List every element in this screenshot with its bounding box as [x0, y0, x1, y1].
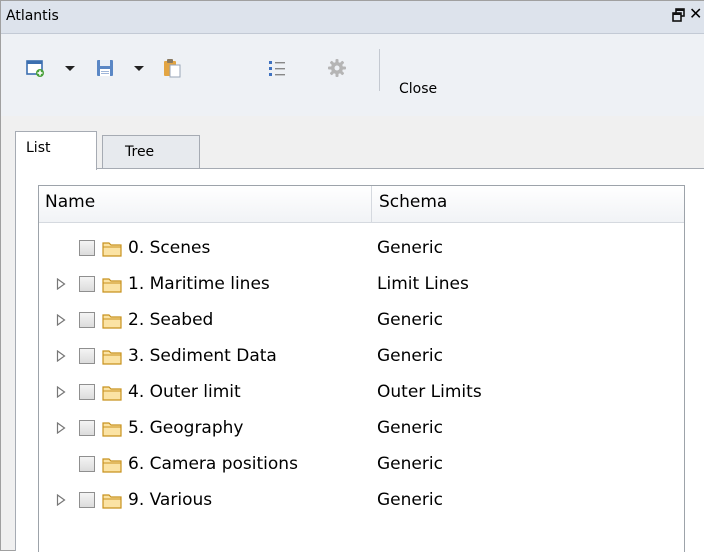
layer-schema: Generic: [377, 418, 443, 438]
gear-icon[interactable]: [327, 58, 347, 80]
layer-name: 3. Sediment Data: [128, 346, 277, 366]
layer-checkbox[interactable]: [79, 384, 95, 400]
layer-checkbox[interactable]: [79, 420, 95, 436]
title-bar: Atlantis ✕: [1, 1, 704, 34]
table-row[interactable]: 5. Geography Generic: [39, 411, 684, 446]
layer-checkbox[interactable]: [79, 276, 95, 292]
layer-schema: Limit Lines: [377, 274, 469, 294]
folder-icon: [102, 456, 122, 473]
list-icon[interactable]: [267, 58, 287, 80]
restore-window-icon[interactable]: [672, 7, 686, 23]
layer-checkbox[interactable]: [79, 492, 95, 508]
folder-icon: [102, 420, 122, 437]
table-row[interactable]: 2. Seabed Generic: [39, 303, 684, 338]
table-row[interactable]: 6. Camera positions Generic: [39, 447, 684, 482]
layer-checkbox[interactable]: [79, 348, 95, 364]
expand-arrow-icon[interactable]: [56, 349, 66, 363]
save-icon[interactable]: [95, 58, 115, 80]
layer-name: 1. Maritime lines: [128, 274, 270, 294]
layer-name: 6. Camera positions: [128, 454, 298, 474]
folder-icon: [102, 492, 122, 509]
column-header-name[interactable]: Name: [45, 192, 95, 212]
tab-list[interactable]: List: [15, 131, 97, 170]
expand-arrow-icon[interactable]: [56, 493, 66, 507]
tab-tree[interactable]: Tree: [102, 135, 200, 169]
layer-schema: Outer Limits: [377, 382, 482, 402]
tab-list-label: List: [26, 140, 51, 156]
layer-tree: Name Schema 0. Scenes Generic 1. Maritime …: [38, 185, 685, 552]
paste-icon[interactable]: [162, 58, 182, 80]
column-divider[interactable]: [371, 186, 372, 222]
close-button[interactable]: Close: [399, 81, 437, 97]
layer-schema: Generic: [377, 454, 443, 474]
new-layer-icon[interactable]: [25, 58, 45, 80]
close-window-icon[interactable]: ✕: [689, 4, 702, 24]
tab-tree-label: Tree: [125, 144, 155, 160]
expand-arrow-icon[interactable]: [56, 313, 66, 327]
table-row[interactable]: 0. Scenes Generic: [39, 231, 684, 266]
table-row[interactable]: 9. Various Generic: [39, 483, 684, 518]
layer-checkbox[interactable]: [79, 456, 95, 472]
layer-schema: Generic: [377, 310, 443, 330]
layer-name: 0. Scenes: [128, 238, 211, 258]
expand-arrow-icon[interactable]: [56, 421, 66, 435]
column-header: Name Schema: [39, 186, 684, 223]
panel-title: Atlantis: [6, 8, 59, 24]
layer-schema: Generic: [377, 346, 443, 366]
folder-icon: [102, 348, 122, 365]
column-header-schema[interactable]: Schema: [379, 192, 447, 212]
folder-icon: [102, 276, 122, 293]
folder-icon: [102, 312, 122, 329]
layer-checkbox[interactable]: [79, 240, 95, 256]
layer-checkbox[interactable]: [79, 312, 95, 328]
table-row[interactable]: 4. Outer limit Outer Limits: [39, 375, 684, 410]
atlantis-panel: Atlantis ✕ Close List Tree Name Schema 0…: [0, 0, 705, 552]
dropdown-arrow-icon[interactable]: [133, 58, 145, 80]
expand-arrow-icon[interactable]: [56, 385, 66, 399]
expand-arrow-icon[interactable]: [56, 277, 66, 291]
tab-content: Name Schema 0. Scenes Generic 1. Maritime …: [15, 169, 705, 552]
toolbar-separator: [379, 49, 380, 91]
toolbar: Close: [1, 34, 704, 116]
layer-name: 5. Geography: [128, 418, 244, 438]
layer-schema: Generic: [377, 238, 443, 258]
tab-strip: List Tree: [15, 125, 704, 170]
layer-name: 9. Various: [128, 490, 213, 510]
layer-name: 2. Seabed: [128, 310, 214, 330]
layer-schema: Generic: [377, 490, 443, 510]
table-row[interactable]: 1. Maritime lines Limit Lines: [39, 267, 684, 302]
table-row[interactable]: 3. Sediment Data Generic: [39, 339, 684, 374]
folder-icon: [102, 384, 122, 401]
dropdown-arrow-icon[interactable]: [64, 58, 76, 80]
layer-name: 4. Outer limit: [128, 382, 241, 402]
folder-icon: [102, 240, 122, 257]
